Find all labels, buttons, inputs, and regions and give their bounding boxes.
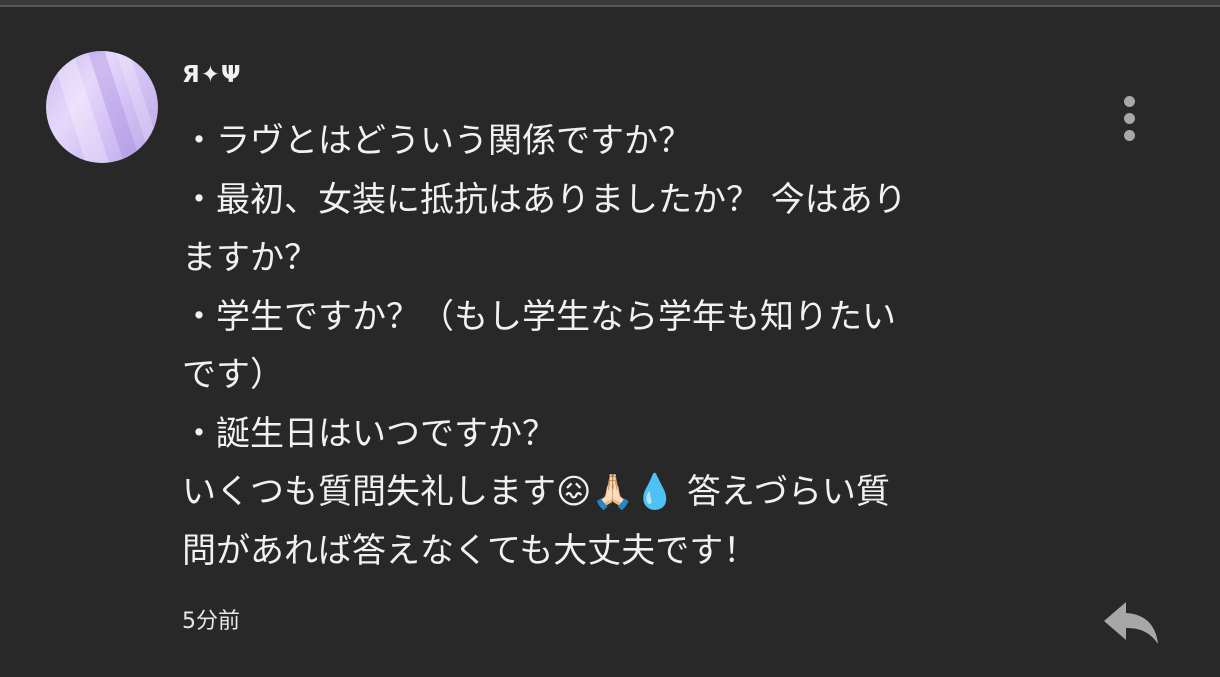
comment-line: です）: [182, 355, 284, 395]
reply-icon: [1104, 602, 1158, 644]
more-vert-icon: [1124, 113, 1135, 124]
comment-line: ・学生ですか？（もし学生なら学年も知りたい: [182, 296, 896, 337]
more-vert-icon: [1124, 96, 1135, 107]
comment-author[interactable]: Я✦Ψ: [182, 62, 242, 88]
comment-card: Я✦Ψ ・ラヴとはどういう関係ですか？ ・最初、女装に抵抗はありましたか？ 今は…: [0, 0, 1220, 677]
comment-line: ・誕生日はいつですか？: [182, 413, 556, 454]
comment-timestamp: 5分前: [182, 609, 240, 634]
comment-line: ・ラヴとはどういう関係ですか？: [182, 121, 692, 161]
more-options-button[interactable]: [1114, 93, 1146, 145]
reply-button[interactable]: [1100, 596, 1162, 648]
comment-body: ・ラヴとはどういう関係ですか？ ・最初、女装に抵抗はありましたか？ 今はあり ま…: [182, 112, 1042, 580]
comment-line: 問があれば答えなくても大丈夫です！: [182, 530, 758, 571]
comment-line: いくつも質問失礼します😖🙏🏻💧 答えづらい質: [182, 472, 890, 512]
comment-line: ・最初、女装に抵抗はありましたか？ 今はあり: [182, 179, 907, 220]
more-vert-icon: [1124, 130, 1135, 141]
comment-line: ますか？: [182, 238, 318, 278]
avatar[interactable]: [46, 51, 158, 163]
